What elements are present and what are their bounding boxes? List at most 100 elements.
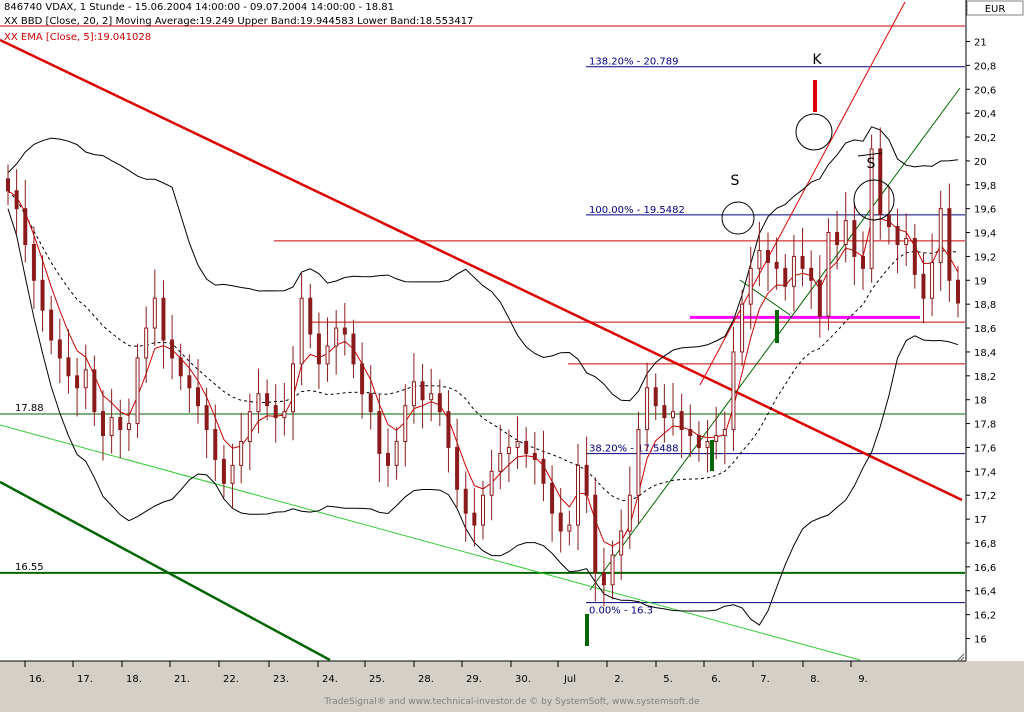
y-tick-label: 16,6 <box>974 563 996 574</box>
candle-body <box>101 411 105 437</box>
candle-body <box>809 267 814 281</box>
candle-body <box>938 208 943 263</box>
candle-body <box>524 440 529 454</box>
y-tick-label: 19,6 <box>974 205 996 216</box>
y-tick-label: 16,4 <box>974 587 996 598</box>
y-tick-label: 20,2 <box>974 133 996 144</box>
candle-body <box>558 512 563 532</box>
x-tick-label: 9. <box>858 674 868 685</box>
candle-body <box>291 363 295 413</box>
chart-symbol-title: 846740 VDAX, 1 Stunde - 15.06.2004 14:00… <box>4 2 394 13</box>
support-level-label: 16.55 <box>15 562 44 573</box>
candle-body <box>455 446 460 490</box>
pattern-label: K <box>812 52 822 68</box>
candle-body <box>688 429 693 437</box>
candle-body <box>66 357 71 377</box>
candle-body <box>627 494 632 532</box>
x-tick-label: 18. <box>126 674 142 685</box>
candle-body <box>489 470 494 496</box>
candle-body <box>239 440 244 466</box>
fibonacci-label: 138.20% - 20.789 <box>589 57 678 68</box>
candle-body <box>144 327 149 359</box>
candle-body <box>109 417 114 437</box>
x-tick-label: 30. <box>515 674 531 685</box>
candle-body <box>49 309 54 341</box>
candle-body <box>740 303 745 353</box>
candle-body <box>550 482 555 514</box>
x-tick-label: 24. <box>322 674 338 685</box>
candle-body <box>714 435 719 442</box>
currency-label: EUR <box>985 4 1006 15</box>
candle-body <box>912 238 917 275</box>
y-tick-label: 18 <box>974 396 987 407</box>
candle-body <box>800 255 805 269</box>
candle-body <box>636 429 641 496</box>
bbd-indicator-legend: XX BBD [Close, 20, 2] Moving Average:19.… <box>4 16 473 27</box>
y-tick-label: 21 <box>974 38 987 49</box>
candle-body <box>204 405 209 431</box>
x-tick-label: 23. <box>273 674 289 685</box>
x-tick-label: Jul <box>563 674 576 685</box>
x-tick-label: 6. <box>711 674 721 685</box>
candle-body <box>282 411 287 419</box>
candle-body <box>31 243 36 281</box>
candle-body <box>835 232 840 245</box>
y-tick-label: 17,4 <box>974 467 996 478</box>
candle-body <box>904 238 909 245</box>
y-tick-label: 20,6 <box>974 85 996 96</box>
pattern-label: S <box>731 173 740 189</box>
y-tick-label: 18,6 <box>974 324 996 335</box>
y-tick-label: 18,2 <box>974 372 996 383</box>
candle-body <box>126 423 131 431</box>
candle-body <box>895 226 900 245</box>
candle-body <box>861 255 865 269</box>
candle-body <box>196 387 200 407</box>
candle-body <box>316 333 321 365</box>
candle-body <box>645 387 650 431</box>
candle-body <box>748 267 753 305</box>
candle-body <box>299 297 304 365</box>
candle-body <box>541 458 546 484</box>
y-tick-label: 20,4 <box>974 109 996 120</box>
candle-body <box>774 261 779 269</box>
candle-body <box>403 405 408 442</box>
candle-body <box>610 554 615 586</box>
candle-body <box>161 297 166 341</box>
x-tick-label: 8. <box>810 674 820 685</box>
candle-body <box>351 333 356 365</box>
candle-body <box>135 357 140 425</box>
y-tick-label: 20 <box>974 157 987 168</box>
candle-body <box>394 440 399 466</box>
candle-body <box>947 208 952 281</box>
candle-body <box>14 190 19 210</box>
fibonacci-label: 0.00% - 16.3 <box>589 606 653 617</box>
candle-body <box>118 417 123 431</box>
candle-body <box>886 214 891 228</box>
candle-body <box>437 393 442 413</box>
candle-body <box>515 440 520 448</box>
fibonacci-label: 100.00% - 19.5482 <box>589 205 685 216</box>
candle-body <box>221 458 226 484</box>
candle-body <box>481 494 485 526</box>
candle-body <box>671 411 675 419</box>
x-tick-label: 17. <box>77 674 93 685</box>
candle-body <box>342 327 347 335</box>
candle-body <box>576 464 580 526</box>
candle-body <box>386 452 390 466</box>
x-tick-label: 28. <box>418 674 434 685</box>
pattern-label: S <box>867 156 876 172</box>
candle-body <box>256 393 261 413</box>
candle-body <box>817 279 822 317</box>
x-tick-label: 16. <box>29 674 45 685</box>
candle-body <box>152 297 157 329</box>
candle-body <box>213 429 218 460</box>
candle-body <box>6 178 10 192</box>
y-tick-label: 17,6 <box>974 443 996 454</box>
candle-body <box>619 530 624 556</box>
y-tick-label: 19,4 <box>974 229 996 240</box>
x-tick-label: 7. <box>760 674 770 685</box>
candle-body <box>722 429 727 437</box>
candle-body <box>826 232 831 317</box>
candle-body <box>230 464 235 484</box>
y-tick-label: 16,8 <box>974 539 996 550</box>
